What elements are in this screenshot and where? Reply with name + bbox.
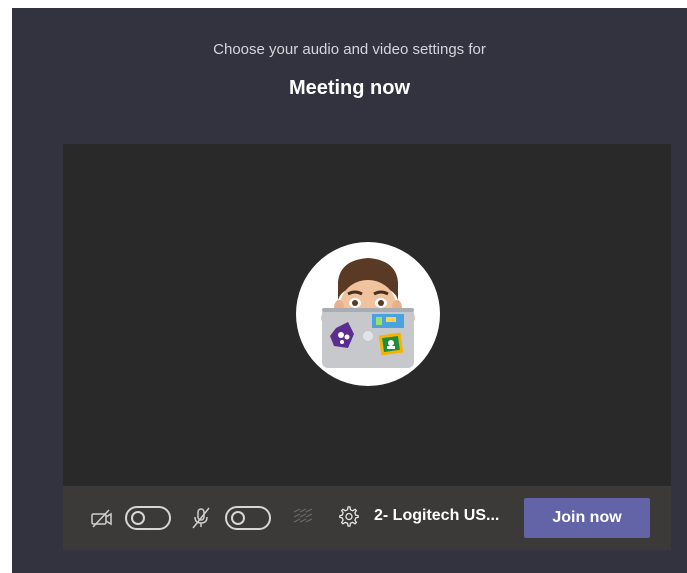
device-settings-label[interactable]: 2- Logitech US... xyxy=(374,507,499,525)
memoji-avatar-icon xyxy=(321,258,415,368)
camera-toggle[interactable] xyxy=(125,506,171,530)
camera-off-icon[interactable] xyxy=(90,508,114,528)
user-avatar xyxy=(296,242,440,386)
device-controls-bar: 2- Logitech US... Join now xyxy=(63,486,671,550)
join-now-button[interactable]: Join now xyxy=(524,498,650,538)
settings-prompt: Choose your audio and video settings for xyxy=(213,41,486,58)
microphone-toggle-knob xyxy=(231,511,245,525)
microphone-toggle[interactable] xyxy=(225,506,271,530)
meeting-title: Meeting now xyxy=(288,77,411,99)
camera-toggle-knob xyxy=(131,511,145,525)
microphone-off-icon[interactable] xyxy=(190,506,212,530)
video-preview xyxy=(63,144,671,486)
gear-icon[interactable] xyxy=(338,506,360,528)
background-blur-icon[interactable] xyxy=(291,507,315,529)
meeting-prejoin-screen: Choose your audio and video settings for… xyxy=(12,8,687,573)
